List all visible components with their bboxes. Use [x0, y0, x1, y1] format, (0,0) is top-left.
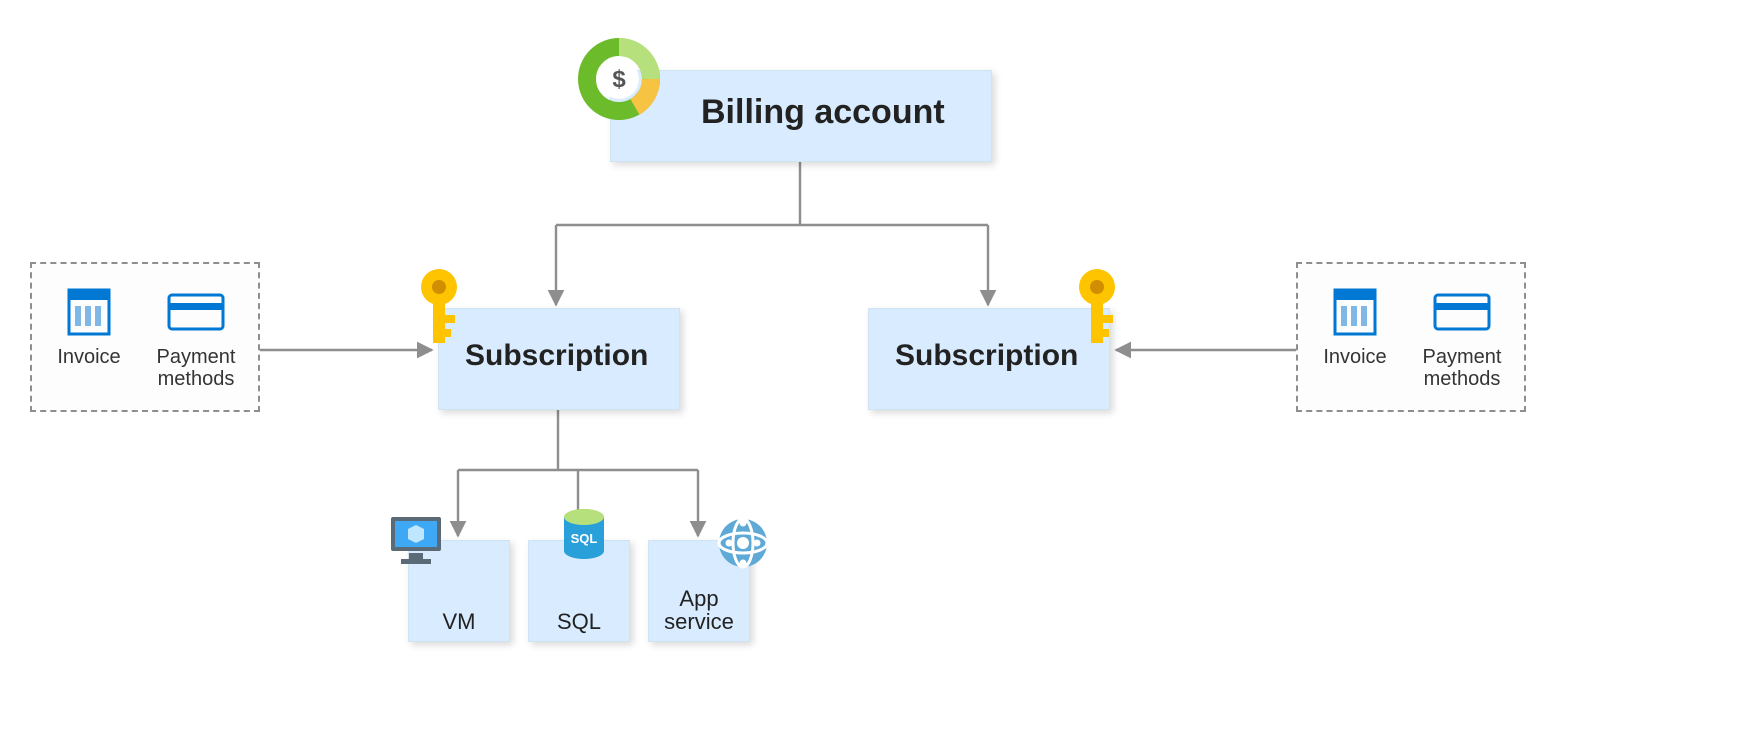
payment-methods-label: Payment methods — [1410, 346, 1514, 390]
sql-label: SQL — [529, 610, 629, 633]
app-service-icon — [717, 517, 769, 574]
invoice-item: Invoice — [44, 284, 134, 368]
billing-details-panel-left: Invoice Payment methods — [30, 262, 260, 412]
app-service-node: App service — [648, 540, 750, 642]
svg-text:SQL: SQL — [571, 531, 598, 546]
payment-methods-item: Payment methods — [144, 284, 248, 390]
subscription-node-1: Subscription — [438, 308, 680, 410]
credit-card-icon — [1410, 284, 1514, 340]
billing-details-panel-right: Invoice Payment methods — [1296, 262, 1526, 412]
sql-node: SQL SQL — [528, 540, 630, 642]
invoice-label: Invoice — [44, 346, 134, 368]
invoice-icon — [1310, 284, 1400, 340]
subscription-node-2: Subscription — [868, 308, 1110, 410]
credit-card-icon — [144, 284, 248, 340]
payment-methods-item: Payment methods — [1410, 284, 1514, 390]
app-service-label: App service — [649, 587, 749, 633]
cost-donut-icon: $ — [577, 37, 661, 126]
invoice-icon — [44, 284, 134, 340]
billing-account-label: Billing account — [701, 93, 945, 132]
subscription-label: Subscription — [465, 339, 648, 373]
subscription-label: Subscription — [895, 339, 1078, 373]
invoice-label: Invoice — [1310, 346, 1400, 368]
vm-label: VM — [409, 610, 509, 633]
vm-icon — [389, 515, 447, 572]
vm-node: VM — [408, 540, 510, 642]
svg-text:$: $ — [612, 66, 626, 93]
payment-methods-label: Payment methods — [144, 346, 248, 390]
sql-database-icon: SQL — [559, 507, 609, 572]
key-icon — [409, 265, 469, 360]
invoice-item: Invoice — [1310, 284, 1400, 368]
billing-account-node: Billing account $ — [610, 70, 992, 162]
